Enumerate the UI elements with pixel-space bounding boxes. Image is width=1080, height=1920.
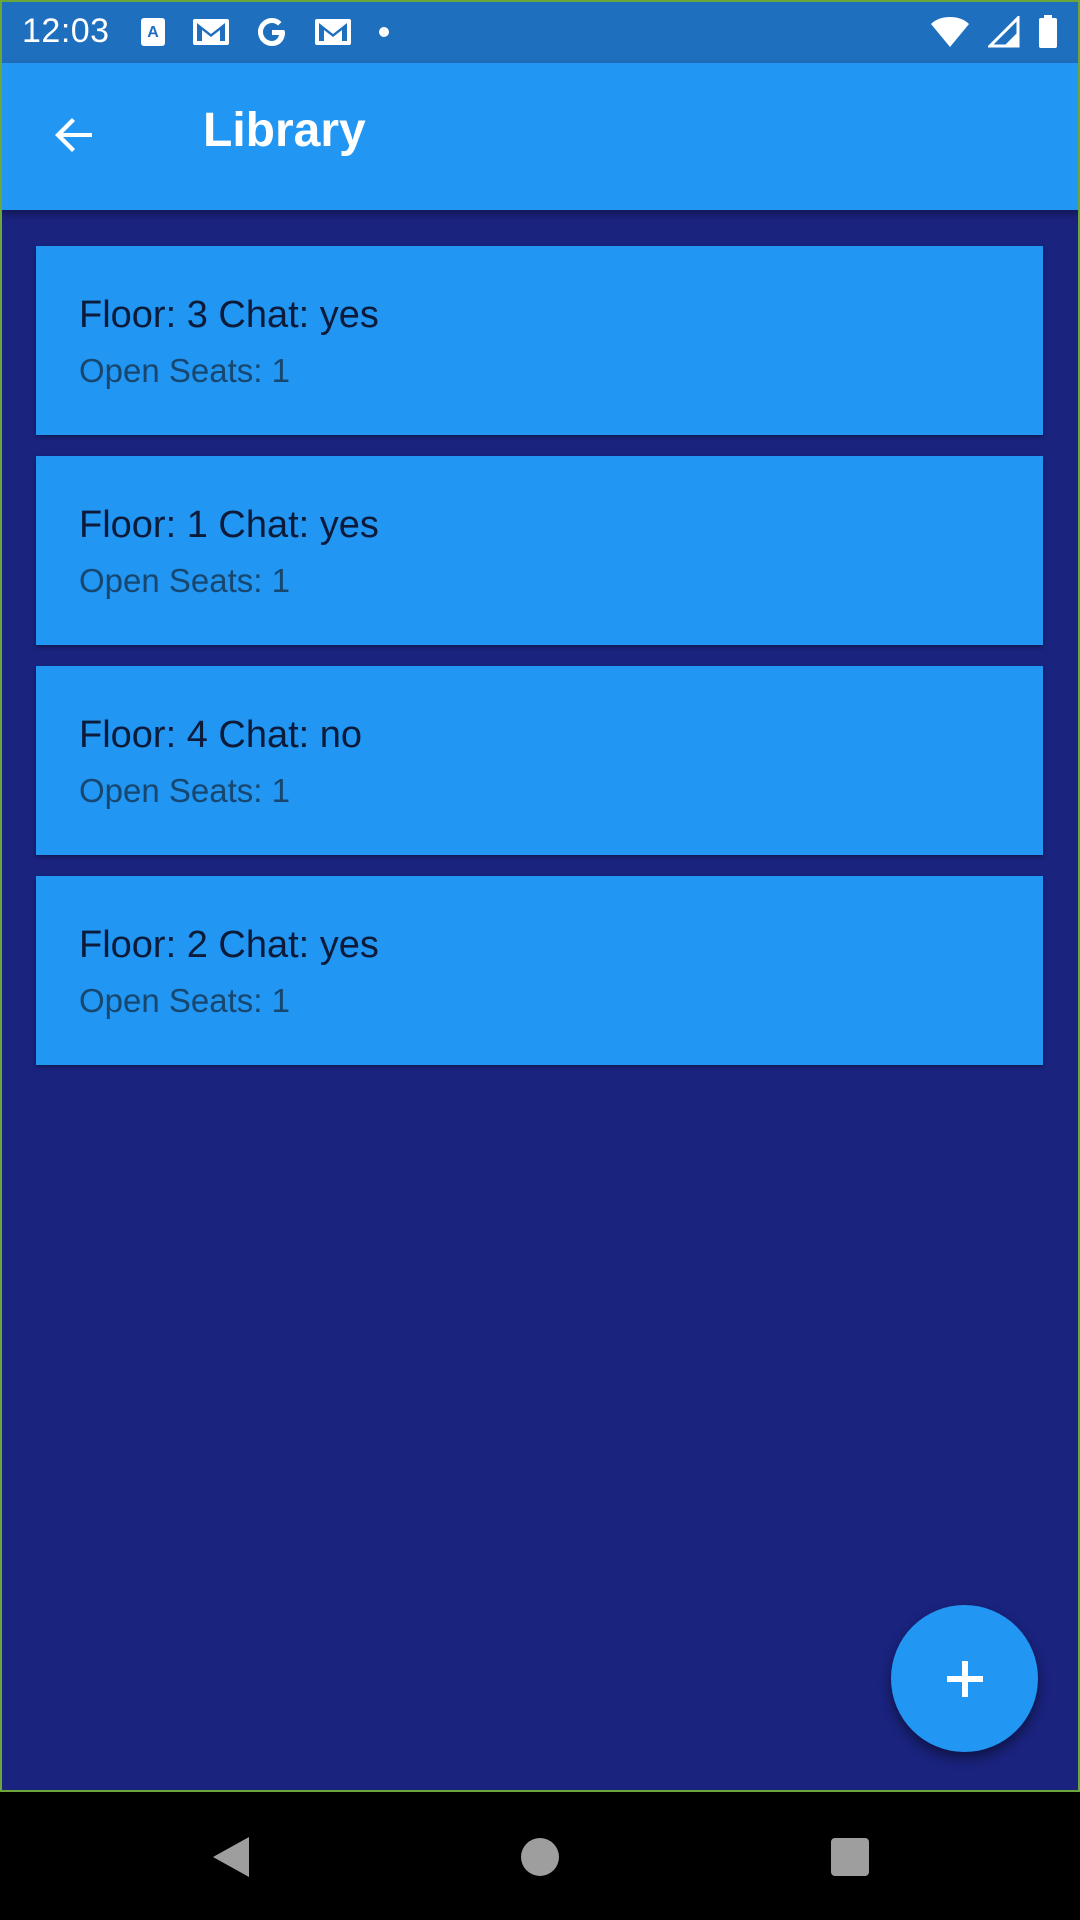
page-title: Library bbox=[203, 104, 366, 157]
list-item-subtitle: Open Seats: 1 bbox=[79, 562, 290, 599]
list-item-title: Floor: 4 Chat: no bbox=[79, 714, 363, 756]
list-item-subtitle: Open Seats: 1 bbox=[79, 772, 290, 809]
list-item-subtitle: Open Seats: 1 bbox=[79, 352, 290, 389]
nav-home-icon bbox=[521, 1838, 559, 1876]
signal-icon bbox=[988, 15, 1020, 48]
plus-icon bbox=[946, 1660, 983, 1697]
google-g-icon bbox=[256, 16, 288, 48]
status-left: 12:03 A bbox=[22, 12, 390, 51]
app-bar: Library bbox=[0, 63, 1080, 210]
nav-recents-icon bbox=[831, 1838, 869, 1876]
seat-list: Floor: 3 Chat: yes Open Seats: 1 Floor: … bbox=[36, 246, 1043, 1086]
list-item[interactable]: Floor: 1 Chat: yes Open Seats: 1 bbox=[36, 456, 1043, 645]
app-screen: 12:03 A Library Floor: 3 Chat: yes Open … bbox=[0, 0, 1080, 1920]
battery-icon bbox=[1038, 14, 1058, 49]
status-right bbox=[930, 14, 1058, 49]
svg-text:A: A bbox=[147, 24, 159, 41]
gmail-icon bbox=[192, 17, 230, 47]
nav-back-icon bbox=[213, 1837, 249, 1877]
notification-icons: A bbox=[140, 16, 390, 48]
list-item-title: Floor: 3 Chat: yes bbox=[79, 294, 379, 336]
list-item-title: Floor: 1 Chat: yes bbox=[79, 504, 379, 546]
font-a-icon: A bbox=[140, 17, 166, 47]
wifi-icon bbox=[930, 16, 970, 48]
list-item-subtitle: Open Seats: 1 bbox=[79, 982, 290, 1019]
status-bar: 12:03 A bbox=[0, 0, 1080, 63]
arrow-left-icon bbox=[55, 118, 92, 152]
list-item[interactable]: Floor: 2 Chat: yes Open Seats: 1 bbox=[36, 876, 1043, 1065]
back-button[interactable] bbox=[38, 99, 110, 171]
list-item-title: Floor: 2 Chat: yes bbox=[79, 924, 379, 966]
list-item[interactable]: Floor: 4 Chat: no Open Seats: 1 bbox=[36, 666, 1043, 855]
status-time: 12:03 bbox=[22, 12, 110, 50]
list-item[interactable]: Floor: 3 Chat: yes Open Seats: 1 bbox=[36, 246, 1043, 435]
add-button[interactable] bbox=[891, 1605, 1038, 1752]
nav-home-button[interactable] bbox=[505, 1822, 575, 1892]
gmail-icon bbox=[314, 17, 352, 47]
nav-recents-button[interactable] bbox=[815, 1822, 885, 1892]
nav-back-button[interactable] bbox=[196, 1822, 266, 1892]
dot-icon bbox=[378, 26, 390, 38]
nav-bar bbox=[0, 1792, 1080, 1920]
